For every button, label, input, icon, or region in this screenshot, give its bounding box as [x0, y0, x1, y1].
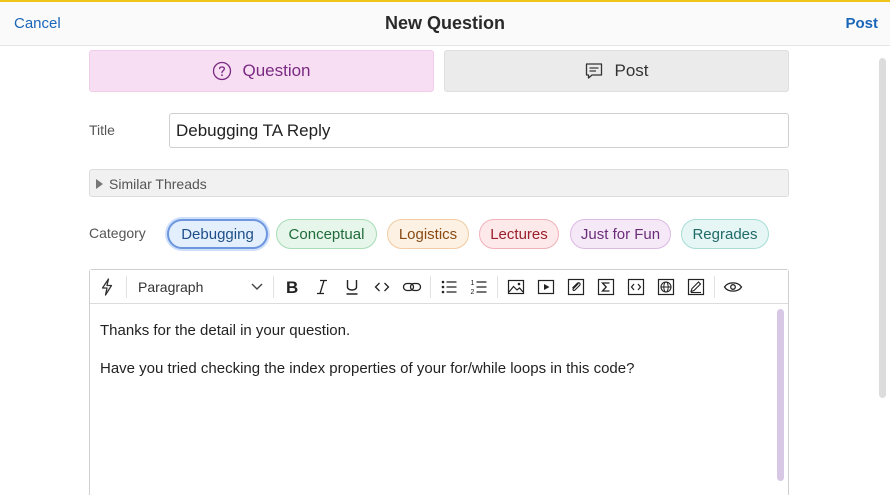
tab-post[interactable]: Post — [444, 50, 789, 92]
eye-icon[interactable] — [722, 276, 744, 298]
editor-paragraph: Have you tried checking the index proper… — [100, 360, 635, 377]
toolbar-divider — [497, 276, 498, 298]
editor-toolbar: Paragraph B 12 — [90, 270, 788, 304]
title-label: Title — [89, 122, 115, 138]
italic-icon[interactable] — [311, 276, 333, 298]
comment-icon — [586, 63, 603, 79]
video-icon[interactable] — [535, 276, 557, 298]
editor-paragraph: Thanks for the detail in your question. — [100, 322, 351, 339]
page-title: New Question — [384, 13, 505, 33]
sigma-icon[interactable] — [595, 276, 617, 298]
page-scrollbar[interactable] — [879, 58, 886, 398]
inline-code-icon[interactable] — [371, 276, 393, 298]
tab-question-label: Question — [242, 61, 311, 80]
numbered-list-icon[interactable]: 12 — [468, 276, 490, 298]
category-chip-conceptual[interactable]: Conceptual — [276, 219, 377, 249]
question-circle-icon — [213, 61, 232, 81]
toolbar-divider — [273, 276, 274, 298]
toolbar-divider — [714, 276, 715, 298]
bullet-list-icon[interactable] — [438, 276, 460, 298]
editor-scrollbar[interactable] — [777, 309, 784, 481]
category-chip-regrades[interactable]: Regrades — [681, 219, 769, 249]
top-bar: Cancel New Question Post — [0, 0, 890, 46]
bold-icon[interactable]: B — [281, 276, 303, 298]
category-chip-lectures[interactable]: Lectures — [479, 219, 559, 249]
similar-threads-label: Similar Threads — [109, 176, 207, 192]
globe-icon[interactable] — [655, 276, 677, 298]
svg-text:1: 1 — [471, 280, 475, 287]
pen-icon[interactable] — [685, 276, 707, 298]
category-chip-just-for-fun[interactable]: Just for Fun — [570, 219, 671, 249]
post-button[interactable]: Post — [845, 15, 878, 32]
tab-question[interactable]: Question — [89, 50, 434, 92]
code-block-icon[interactable] — [625, 276, 647, 298]
block-format-select[interactable]: Paragraph — [138, 279, 203, 295]
underline-icon[interactable] — [341, 276, 363, 298]
title-input[interactable] — [169, 113, 789, 148]
category-chip-debugging[interactable]: Debugging — [167, 219, 268, 249]
svg-text:B: B — [286, 278, 298, 296]
link-icon[interactable] — [401, 276, 423, 298]
rich-text-editor[interactable]: Paragraph B 12 Thanks for the detail in … — [89, 269, 789, 495]
chevron-down-icon[interactable] — [250, 279, 264, 298]
tab-post-label: Post — [614, 61, 649, 80]
similar-threads-toggle[interactable]: Similar Threads — [89, 169, 789, 197]
lightning-icon[interactable] — [96, 276, 118, 298]
attachment-icon[interactable] — [565, 276, 587, 298]
toolbar-divider — [430, 276, 431, 298]
toolbar-divider — [126, 276, 127, 298]
caret-right-icon — [96, 179, 103, 189]
svg-text:2: 2 — [471, 289, 475, 296]
category-chip-logistics[interactable]: Logistics — [387, 219, 469, 249]
category-label: Category — [89, 225, 146, 241]
image-icon[interactable] — [505, 276, 527, 298]
